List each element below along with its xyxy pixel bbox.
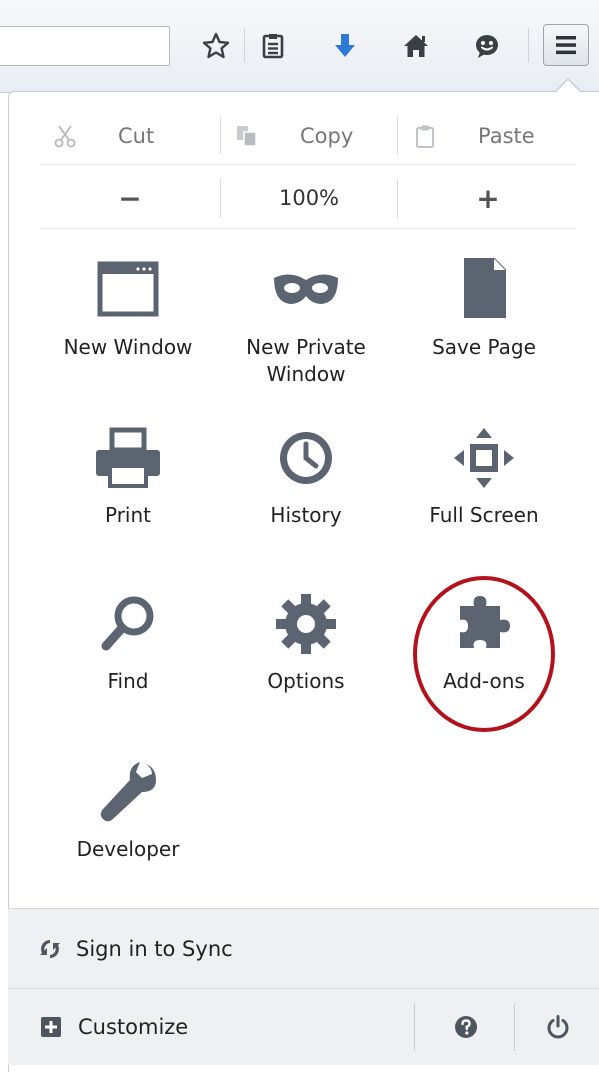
quit-button[interactable] <box>518 989 598 1065</box>
reading-list-icon[interactable] <box>255 28 291 64</box>
cut-button[interactable]: Cut <box>52 110 154 162</box>
paste-button[interactable]: Paste <box>412 110 535 162</box>
panel-arrow <box>556 80 580 92</box>
zoom-in-label: + <box>476 181 500 215</box>
copy-button[interactable]: Copy <box>234 110 353 162</box>
copy-icon <box>237 126 257 147</box>
paste-label: Paste <box>478 124 535 148</box>
cut-label: Cut <box>118 124 155 148</box>
history-button[interactable]: History <box>220 420 392 529</box>
bookmark-star-icon[interactable] <box>198 28 234 64</box>
zoom-reset-button[interactable]: 100% <box>221 172 397 224</box>
wrench-icon <box>100 762 156 822</box>
downloads-arrow-icon[interactable] <box>327 28 363 64</box>
new-private-window-label-1: New Private <box>246 335 366 359</box>
clock-icon <box>280 432 332 484</box>
zoom-grid-divider <box>40 228 576 229</box>
developer-button[interactable]: Developer <box>42 754 214 863</box>
new-private-window-button[interactable]: New Private Window <box>220 252 392 388</box>
scissors-icon <box>54 125 76 148</box>
browser-toolbar <box>0 0 599 93</box>
private-mask-icon <box>274 274 338 304</box>
toolbar-separator <box>528 28 529 62</box>
edit-separator <box>220 116 221 154</box>
power-icon <box>547 1015 569 1039</box>
options-label: Options <box>267 669 345 693</box>
zoom-level: 100% <box>278 186 340 210</box>
sign-in-sync-button[interactable]: Sign in to Sync <box>8 908 599 989</box>
chat-icon[interactable] <box>469 28 505 64</box>
zoom-out-button[interactable]: − <box>40 172 220 224</box>
edit-controls-row: Cut Copy Paste <box>40 110 576 162</box>
fullscreen-arrows-icon <box>454 428 514 488</box>
magnifier-icon <box>101 596 154 651</box>
print-label: Print <box>104 503 151 527</box>
footer-separator <box>514 1003 515 1051</box>
toolbar-separator <box>244 28 245 62</box>
gear-icon <box>276 594 336 654</box>
copy-label: Copy <box>300 124 354 148</box>
edit-separator <box>397 116 398 154</box>
options-button[interactable]: Options <box>220 586 392 695</box>
addons-button[interactable]: Add-ons <box>398 586 570 695</box>
new-private-window-label-2: Window <box>266 362 346 386</box>
save-page-button[interactable]: Save Page <box>398 252 570 361</box>
edit-zoom-divider <box>40 164 576 165</box>
page-icon <box>464 257 507 318</box>
footer-bar: Customize <box>8 988 599 1065</box>
home-icon[interactable] <box>398 28 434 64</box>
window-icon <box>97 261 159 317</box>
history-label: History <box>270 503 342 527</box>
print-button[interactable]: Print <box>42 420 214 529</box>
puzzle-piece-icon <box>460 596 510 648</box>
new-window-button[interactable]: New Window <box>42 252 214 361</box>
help-icon <box>455 1016 477 1038</box>
zoom-in-button[interactable]: + <box>398 172 578 224</box>
find-button[interactable]: Find <box>42 586 214 695</box>
full-screen-button[interactable]: Full Screen <box>398 420 570 529</box>
customize-button[interactable]: Customize <box>8 989 414 1065</box>
find-label: Find <box>107 669 149 693</box>
help-button[interactable] <box>426 989 506 1065</box>
clipboard-icon <box>416 125 434 148</box>
new-window-label: New Window <box>63 335 193 359</box>
plus-square-icon <box>41 1017 61 1037</box>
developer-label: Developer <box>76 837 180 861</box>
printer-icon <box>96 427 160 488</box>
sync-icon <box>40 940 60 958</box>
zoom-controls-row: − 100% + <box>40 172 576 224</box>
sign-in-sync-label: Sign in to Sync <box>76 937 233 961</box>
full-screen-label: Full Screen <box>429 503 539 527</box>
save-page-label: Save Page <box>432 335 536 359</box>
url-bar[interactable] <box>0 26 170 66</box>
customize-label: Customize <box>78 1015 189 1039</box>
open-menu-button[interactable] <box>543 24 589 66</box>
hamburger-menu-icon <box>556 36 576 55</box>
footer-separator <box>414 1003 415 1051</box>
zoom-out-label: − <box>118 181 142 215</box>
addons-label: Add-ons <box>443 669 525 693</box>
